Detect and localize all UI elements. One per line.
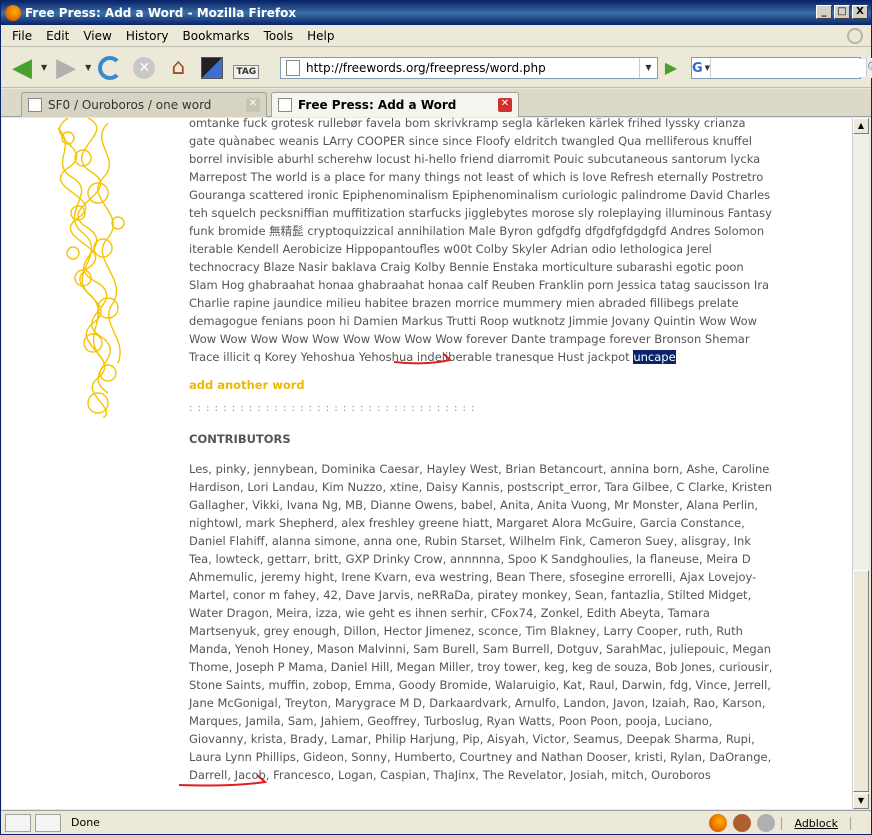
status-right-area: Adblock [709,813,871,833]
disabled-icon[interactable] [757,814,776,832]
forward-button[interactable]: ▶ [51,53,81,83]
tab-strip: SF0 / Ouroboros / one word ✕ Free Press:… [1,89,871,117]
window-title: Free Press: Add a Word - Mozilla Firefox [25,6,297,20]
word-list: omtanke fuck grotesk rullebør favela bom… [189,118,774,366]
scroll-up-icon[interactable]: ▲ [853,118,869,134]
back-button[interactable]: ◀ [7,53,37,83]
search-box[interactable]: G▼ 🔍 [691,57,872,79]
adblock-button[interactable]: Adblock [781,816,851,830]
url-bar[interactable]: http://freewords.org/freepress/word.php … [280,57,658,79]
status-bar: Done Adblock [1,810,871,834]
tab-sf0-ouroboros[interactable]: SF0 / Ouroboros / one word ✕ [21,92,267,117]
menu-help[interactable]: Help [300,29,341,43]
red-underline-mark [393,353,452,365]
status-text: Done [71,816,100,829]
tag-icon: TAG [233,64,260,79]
bookmark-button[interactable] [197,53,227,83]
stop-icon: ✕ [133,56,156,79]
scroll-down-icon[interactable]: ▼ [853,793,869,809]
contributors-heading: CONTRIBUTORS [189,432,291,446]
resize-grip-icon[interactable] [857,816,871,830]
firefox-status-icon[interactable] [709,814,728,832]
tab-favicon-icon [28,98,42,112]
scroll-thumb[interactable] [853,570,869,792]
search-icon[interactable]: 🔍 [866,58,872,78]
url-text[interactable]: http://freewords.org/freepress/word.php [306,61,639,75]
dotted-divider: : : : : : : : : : : : : : : : : : : : : … [189,403,476,414]
forward-history-dropdown-icon[interactable]: ▼ [85,63,91,72]
contributors-list: Les, pinky, jennybean, Dominika Caesar, … [189,460,774,784]
back-history-dropdown-icon[interactable]: ▼ [41,63,47,72]
tab-label: SF0 / Ouroboros / one word [48,98,212,112]
engine-dropdown-icon: ▼ [704,64,711,72]
page-icon [286,60,300,76]
stop-button[interactable]: ✕ [129,53,159,83]
minimize-button[interactable]: _ [816,5,832,19]
last-contributor: Ouroboros [651,768,711,782]
menu-view[interactable]: View [76,29,118,43]
yellow-swirl-decoration [57,118,125,418]
menu-tools[interactable]: Tools [257,29,301,43]
highlighted-word[interactable]: uncape [633,350,676,364]
vertical-scrollbar[interactable]: ▲ ▼ [852,118,869,809]
menu-history[interactable]: History [119,29,176,43]
greasemonkey-icon[interactable] [733,814,752,832]
tab-label: Free Press: Add a Word [298,98,457,112]
close-button[interactable]: X [852,5,868,19]
browser-window: Free Press: Add a Word - Mozilla Firefox… [0,0,872,835]
menu-bar: File Edit View History Bookmarks Tools H… [1,25,871,47]
add-another-word-link[interactable]: add another word [189,376,774,394]
menu-edit[interactable]: Edit [39,29,76,43]
search-input[interactable] [711,59,867,77]
tag-button[interactable]: TAG [231,53,261,83]
menu-file[interactable]: File [5,29,39,43]
search-engine-selector[interactable]: G ▼ [692,58,712,78]
tab-free-press[interactable]: Free Press: Add a Word ✕ [271,92,519,117]
go-button[interactable]: ▶ [661,57,681,79]
red-underline-mark-bottom [178,774,267,787]
reload-icon [98,55,123,80]
word-list-text: omtanke fuck grotesk rullebør favela bom… [189,118,772,364]
tab-close-icon[interactable]: ✕ [246,98,260,112]
reload-button[interactable] [95,53,125,83]
home-button[interactable]: ⌂ [163,53,193,83]
bookmark-icon [201,56,224,79]
window-controls: _ □ X [816,5,868,19]
page-viewport: omtanke fuck grotesk rullebør favela bom… [2,118,852,809]
menu-bookmarks[interactable]: Bookmarks [176,29,257,43]
maximize-button[interactable]: □ [834,5,850,19]
status-panel-icon[interactable] [5,813,31,832]
firefox-icon [5,5,21,21]
google-icon: G [692,60,703,76]
tab-close-icon[interactable]: ✕ [498,98,512,112]
title-bar: Free Press: Add a Word - Mozilla Firefox… [1,1,871,25]
url-dropdown-icon[interactable]: ▼ [639,58,657,78]
contributors-text: Les, pinky, jennybean, Dominika Caesar, … [189,462,773,782]
tab-favicon-icon [278,98,292,112]
status-resize-icon[interactable] [35,813,61,832]
navigation-toolbar: ◀ ▼ ▶ ▼ ✕ ⌂ TAG http://freewords.org/fre… [1,48,872,88]
main-content: omtanke fuck grotesk rullebør favela bom… [178,118,774,787]
throbber-icon [847,28,863,44]
